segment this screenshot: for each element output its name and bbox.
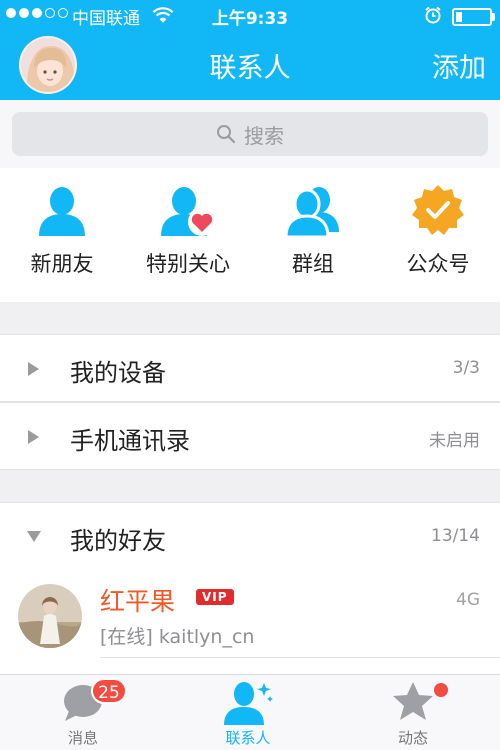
friend-name: 红平果 [100,587,176,616]
tab-bar: 25 消息 联系人 动态 [0,674,500,750]
group-count: 未启用 [429,431,480,451]
group-row-phone-contacts[interactable]: 手机通讯录 未启用 [0,402,500,470]
new-friend-icon [39,187,85,236]
group-label: 手机通讯录 [70,427,190,455]
new-activity-dot [434,683,448,697]
shortcut-new-friends[interactable]: 新朋友 [2,182,122,278]
tab-label: 消息 [67,729,98,747]
friend-status: [在线] kaitlyn_cn [100,626,255,648]
unread-badge: 25 [91,678,127,704]
official-accounts-icon [412,185,464,235]
search-icon [217,125,236,144]
search-area: 搜索 [0,100,500,168]
shortcut-special-care[interactable]: 特别关心 [128,182,248,278]
groups-icon [284,187,339,238]
status-bar: 中国联通 上午9:33 [0,0,500,32]
alarm-icon [425,6,441,24]
add-button[interactable]: 添加 [432,46,486,85]
special-care-icon [161,187,216,236]
friend-avatar [18,584,82,648]
expanded-arrow-icon [27,531,41,542]
collapsed-arrow-icon [28,430,39,444]
tab-label: 联系人 [225,729,271,747]
divider [100,657,500,658]
group-count: 13/14 [431,526,480,546]
shortcut-label: 特别关心 [146,252,230,276]
network-type: 4G [456,590,480,610]
header: 中国联通 上午9:33 联系人 添加 [0,0,500,100]
star-icon [393,682,433,720]
shortcut-panel: 新朋友 特别关心 群组 公众号 [0,168,500,302]
collapsed-arrow-icon [28,362,39,376]
shortcut-label: 群组 [292,252,334,276]
shortcut-label: 公众号 [406,252,470,276]
search-input[interactable]: 搜索 [12,112,488,156]
search-placeholder: 搜索 [244,123,284,148]
tab-messages[interactable]: 25 消息 [28,678,138,748]
tab-contacts[interactable]: 联系人 [193,679,303,748]
shortcut-groups[interactable]: 群组 [253,182,373,278]
group-label: 我的好友 [70,527,166,555]
group-label: 我的设备 [70,359,166,387]
tab-label: 动态 [397,729,428,747]
vip-badge: VIP [196,589,234,605]
list-item[interactable]: 红平果 VIP 4G [在线] kaitlyn_cn [0,570,500,674]
group-row-my-devices[interactable]: 我的设备 3/3 [0,334,500,402]
group-row-my-friends[interactable]: 我的好友 13/14 [0,502,500,570]
shortcut-official-accounts[interactable]: 公众号 [378,182,498,278]
contacts-icon [224,682,273,725]
page-title: 联系人 [209,53,291,84]
group-count: 3/3 [452,358,480,378]
battery-icon [452,8,492,26]
shortcut-label: 新朋友 [30,252,94,276]
tab-moments[interactable]: 动态 [358,679,468,748]
